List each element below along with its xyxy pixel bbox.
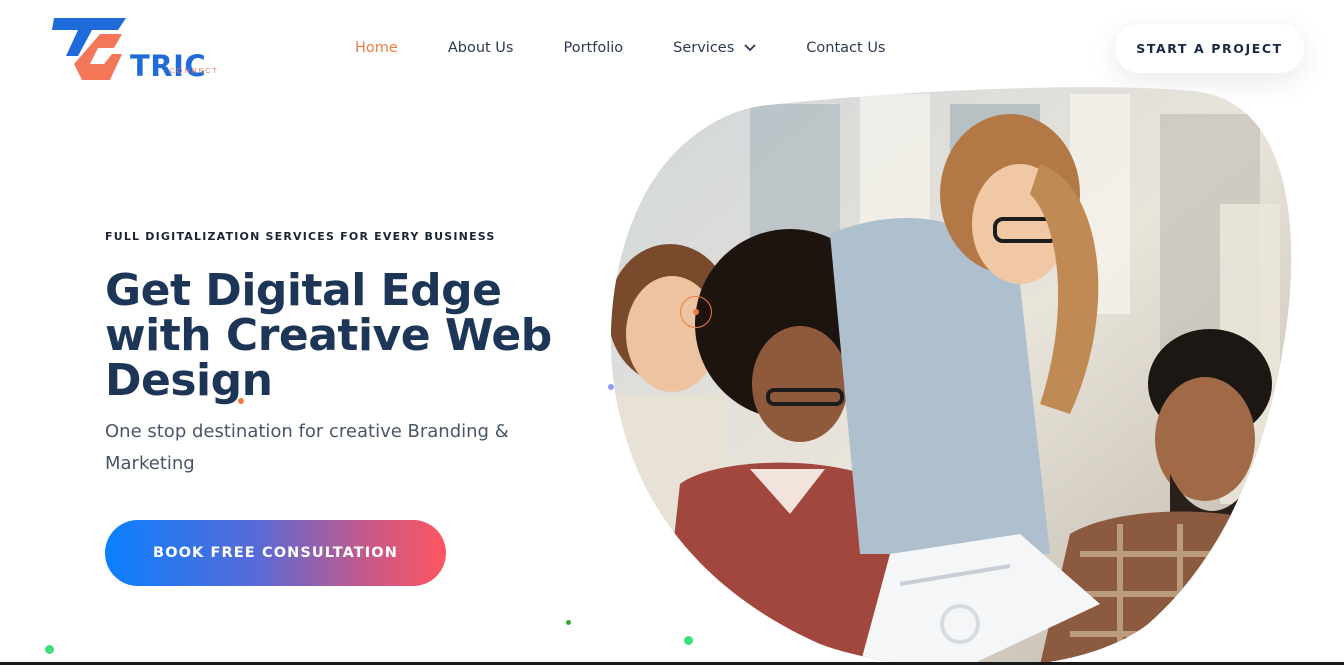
nav-item-label: Contact Us (806, 40, 886, 56)
logo-mark-icon (52, 18, 126, 80)
hero-eyebrow: FULL DIGITALIZATION SERVICES FOR EVERY B… (105, 230, 496, 243)
logo-subtext: CONNECT (170, 68, 219, 75)
nav-item-portfolio[interactable]: Portfolio (563, 37, 623, 59)
nav-item-label: Portfolio (563, 40, 624, 56)
decor-dot (45, 645, 54, 654)
nav-item-contact-us[interactable]: Contact Us (806, 37, 885, 59)
decor-dot (238, 398, 244, 404)
chevron-down-icon (744, 40, 756, 56)
site-logo[interactable]: TRIC CONNECT (52, 14, 232, 86)
nav-item-about-us[interactable]: About Us (448, 37, 514, 59)
nav-item-label: Services (673, 40, 735, 56)
decor-ring-dot (693, 309, 699, 315)
hero-team-image (610, 87, 1292, 665)
nav-item-label: About Us (447, 40, 514, 56)
nav-item-label: Home (355, 40, 398, 56)
nav-item-services[interactable]: Services (673, 37, 756, 59)
nav-item-home[interactable]: Home (355, 37, 398, 59)
book-consultation-button[interactable]: BOOK FREE CONSULTATION (105, 520, 446, 586)
main-nav: Home About Us Portfolio Services Contact… (355, 37, 936, 59)
logo-wordmark: TRIC (130, 49, 207, 83)
start-project-button[interactable]: START A PROJECT (1115, 24, 1304, 73)
hero-headline: Get Digital Edge with Creative Web Desig… (105, 265, 552, 406)
hero-subtitle: One stop destination for creative Brandi… (105, 421, 509, 474)
decor-dot (566, 620, 571, 625)
